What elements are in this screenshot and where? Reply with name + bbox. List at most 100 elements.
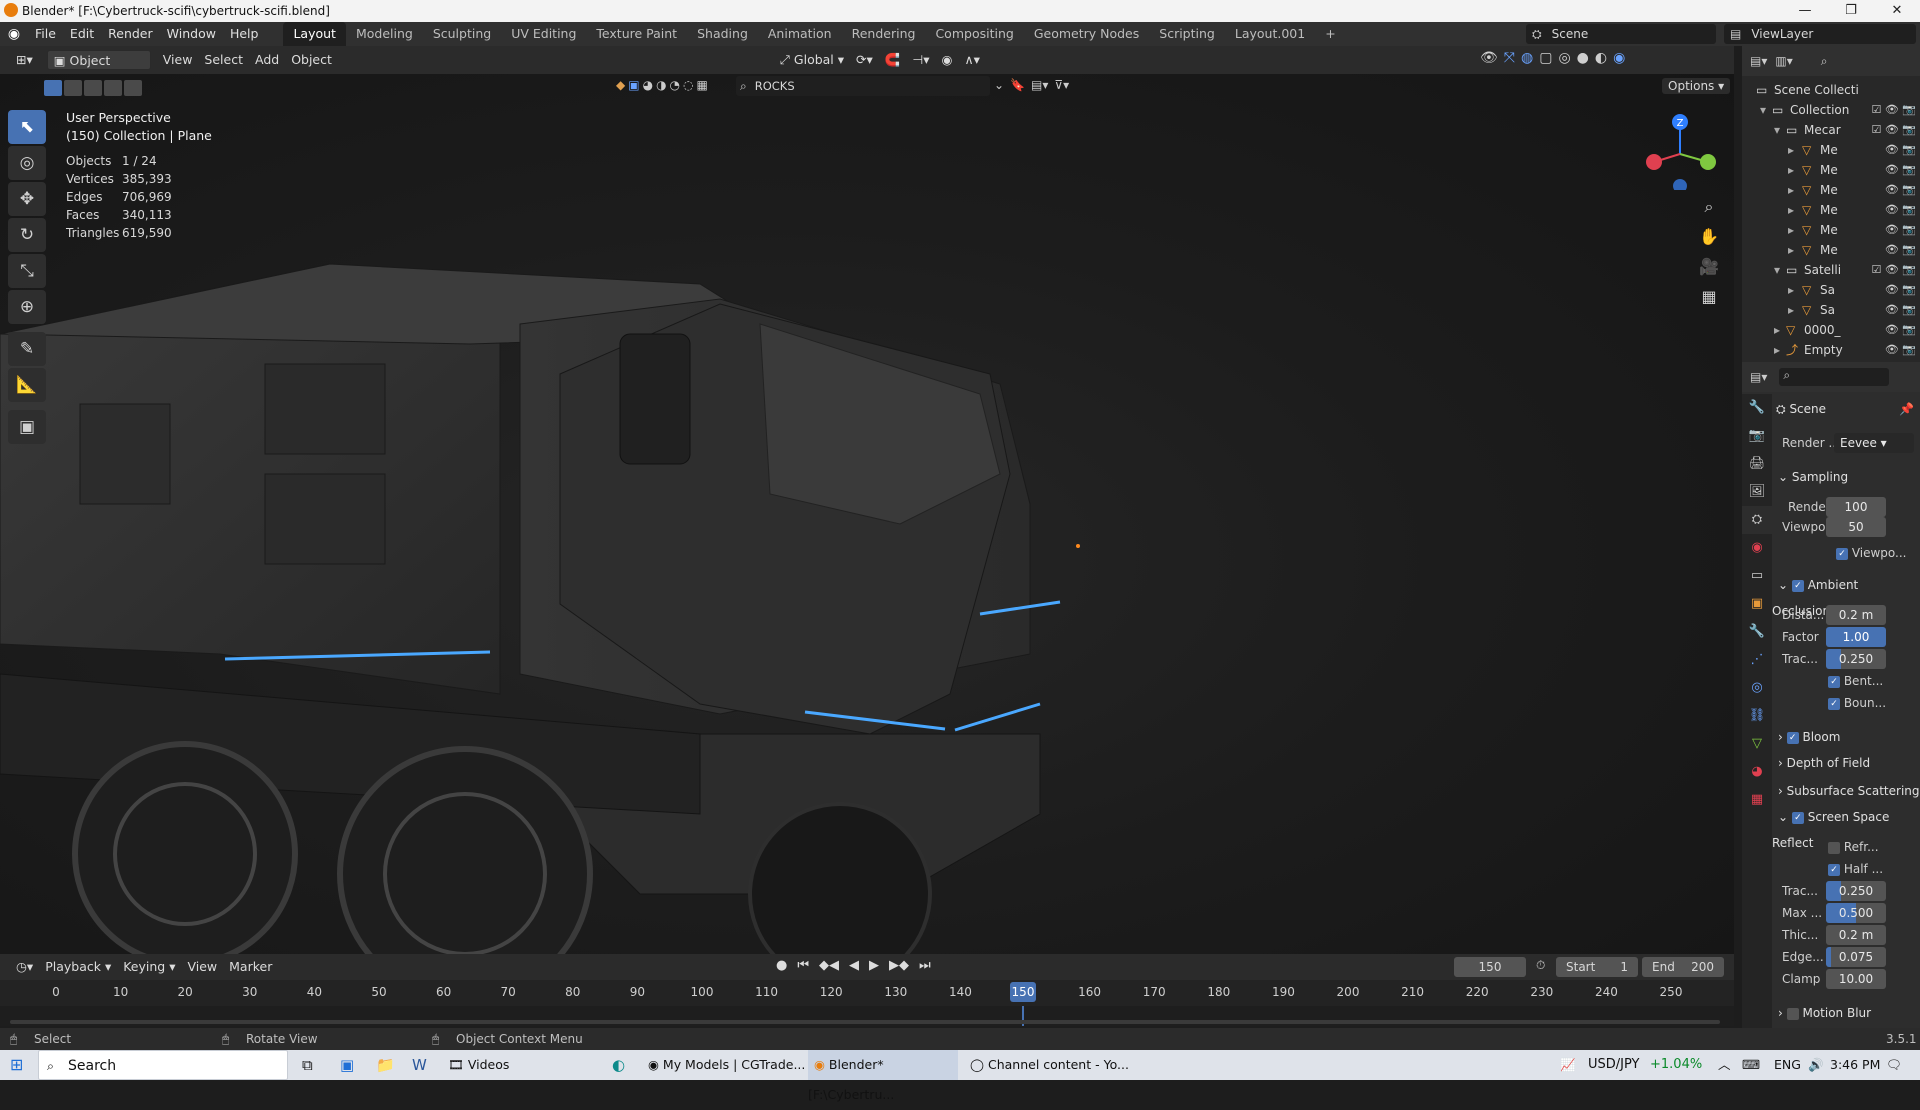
transform-orientation-dropdown[interactable]: ⤢ Global ▾ bbox=[774, 50, 850, 70]
physics-tab-icon[interactable]: ◎ bbox=[1742, 674, 1772, 702]
timeline-menu-view[interactable]: View bbox=[181, 957, 223, 977]
word-icon[interactable]: W bbox=[412, 1050, 427, 1080]
measure-tool-icon[interactable]: 📐 bbox=[8, 368, 46, 402]
collapse-icon[interactable]: ⌄ bbox=[994, 78, 1004, 92]
ao-panel-header[interactable]: ⌄ ✓ Ambient Occlusion bbox=[1772, 572, 1920, 618]
outliner-row[interactable]: ▾ ▭ Mecar ☑ 👁 📷 bbox=[1742, 120, 1920, 140]
scene-tab-icon[interactable]: ⛭ bbox=[1742, 506, 1772, 534]
outliner-row[interactable]: ▸ ▽ Sa 👁 📷 bbox=[1742, 300, 1920, 320]
particles-tab-icon[interactable]: ⋰ bbox=[1742, 646, 1772, 674]
outliner-row[interactable]: ▸ ▽ Me 👁 📷 bbox=[1742, 240, 1920, 260]
start-frame-field[interactable]: Start 1 bbox=[1556, 957, 1638, 977]
add-workspace-button[interactable]: + bbox=[1315, 22, 1345, 46]
taskbar-app-videos[interactable]: 🎞 Videos bbox=[448, 1050, 509, 1080]
ao-factor-slider[interactable]: 1.00 bbox=[1826, 627, 1886, 647]
outliner-scene-collection[interactable]: ▭ Scene Collecti bbox=[1742, 80, 1920, 100]
language-indicator[interactable]: ENG bbox=[1774, 1050, 1801, 1080]
proportional-edit-icon[interactable]: ◉ bbox=[936, 50, 959, 70]
constraints-tab-icon[interactable]: ⛓ bbox=[1742, 702, 1772, 730]
filter-light-icon[interactable]: ◑ bbox=[656, 78, 666, 92]
pivot-point-icon[interactable]: ⟳▾ bbox=[850, 50, 879, 70]
row-toggle-icons[interactable]: 👁 📷 bbox=[1885, 180, 1916, 200]
outliner-row[interactable]: ▸ ▽ Sa 👁 📷 bbox=[1742, 280, 1920, 300]
filter-camera-icon[interactable]: ◔ bbox=[670, 78, 680, 92]
scale-tool-icon[interactable]: ⤡ bbox=[8, 254, 46, 288]
ssr-edge-slider[interactable]: 0.075 bbox=[1826, 947, 1886, 967]
dof-panel-header[interactable]: › Depth of Field bbox=[1772, 750, 1920, 776]
tab-sculpting[interactable]: Sculpting bbox=[423, 22, 501, 46]
row-toggle-icons[interactable]: 👁 📷 bbox=[1885, 160, 1916, 180]
ssr-trace-slider[interactable]: 0.250 bbox=[1826, 881, 1886, 901]
wireframe-shading-icon[interactable]: ◎ bbox=[1558, 50, 1570, 66]
falloff-icon[interactable]: ∧▾ bbox=[958, 50, 985, 70]
material-tab-icon[interactable]: ◕ bbox=[1742, 758, 1772, 786]
mode-selector[interactable]: ▣ Object Mode ▾ bbox=[46, 50, 151, 88]
viewport-search-input[interactable]: ⌕ ROCKS bbox=[736, 76, 990, 96]
taskbar-search-input[interactable]: ⌕ Search bbox=[38, 1050, 288, 1080]
filter-mesh-icon[interactable]: ▣ bbox=[628, 78, 639, 92]
select-intersect-icon[interactable] bbox=[124, 80, 142, 96]
gizmo-toggle-icon[interactable]: ⤧ bbox=[1504, 50, 1515, 66]
add-cube-tool-icon[interactable]: ▣ bbox=[8, 410, 46, 444]
editor-type-icon[interactable]: ⊞▾ bbox=[10, 50, 39, 70]
ssr-checkbox[interactable]: ✓ bbox=[1791, 811, 1804, 824]
tray-chevron-icon[interactable]: ︿ bbox=[1718, 1050, 1731, 1080]
menu-help[interactable]: Help bbox=[223, 22, 266, 46]
tab-animation[interactable]: Animation bbox=[758, 22, 842, 46]
ssr-half-res-checkbox[interactable]: ✓ bbox=[1828, 863, 1840, 876]
ssr-clamp-field[interactable]: 10.00 bbox=[1826, 969, 1886, 989]
viewlayer-selector[interactable]: ▤ ViewLayer bbox=[1724, 24, 1916, 44]
funnel-filter-icon[interactable]: ⊽▾ bbox=[1054, 78, 1069, 92]
prev-keyframe-icon[interactable]: ◆◀ bbox=[819, 958, 839, 973]
navigation-gizmo[interactable]: Z bbox=[1640, 110, 1720, 190]
notification-icon[interactable]: 🗨 bbox=[1886, 1050, 1902, 1080]
ssr-panel-header[interactable]: ⌄ ✓ Screen Space Reflect bbox=[1772, 804, 1920, 850]
edge-icon[interactable]: ◐ bbox=[612, 1050, 625, 1080]
scene-selector[interactable]: ⛭ Scene bbox=[1526, 24, 1716, 44]
taskbar-app-chrome-cgtrader[interactable]: ◉ My Models | CGTrade... bbox=[648, 1050, 805, 1080]
xray-icon[interactable]: ▢ bbox=[1539, 50, 1552, 66]
next-keyframe-icon[interactable]: ▶◆ bbox=[889, 958, 909, 973]
timeline-menu-marker[interactable]: Marker bbox=[223, 957, 278, 977]
sss-panel-header[interactable]: › Subsurface Scattering bbox=[1772, 778, 1920, 804]
row-toggle-icons[interactable]: 👁 📷 bbox=[1885, 280, 1916, 300]
viewport-denoise-checkbox[interactable]: ✓ bbox=[1836, 547, 1848, 560]
outliner-row[interactable]: ▸ ⤴ Empty 👁 📷 bbox=[1742, 340, 1920, 360]
volume-icon[interactable]: 🔊 bbox=[1808, 1050, 1824, 1080]
viewport-menu-view[interactable]: View bbox=[157, 50, 199, 70]
render-tab-icon[interactable]: 📷 bbox=[1742, 422, 1772, 450]
viewport-menu-select[interactable]: Select bbox=[198, 50, 249, 70]
timeline-track-area[interactable] bbox=[0, 1006, 1734, 1026]
motion-blur-checkbox[interactable] bbox=[1786, 1007, 1799, 1020]
output-tab-icon[interactable]: 🖨 bbox=[1742, 450, 1772, 478]
end-frame-field[interactable]: End 200 bbox=[1642, 957, 1724, 977]
select-invert-icon[interactable] bbox=[104, 80, 122, 96]
ortho-grid-icon[interactable]: ▦ bbox=[1696, 284, 1722, 310]
world-tab-icon[interactable]: ◉ bbox=[1742, 534, 1772, 562]
outliner-row[interactable]: ▸ ▽ Me 👁 📷 bbox=[1742, 180, 1920, 200]
filter-color-icon[interactable]: ◆ bbox=[616, 78, 625, 92]
row-toggle-icons[interactable]: 👁 📷 bbox=[1885, 340, 1916, 360]
ssr-thickness-field[interactable]: 0.2 m bbox=[1826, 925, 1886, 945]
row-toggle-icons[interactable]: 👁 📷 bbox=[1885, 300, 1916, 320]
outliner-row[interactable]: ▸ ▽ Me 👁 📷 bbox=[1742, 220, 1920, 240]
texture-tab-icon[interactable]: ▦ bbox=[1742, 786, 1772, 814]
select-new-icon[interactable] bbox=[44, 80, 62, 96]
task-view-icon[interactable]: ⧉ bbox=[302, 1050, 313, 1080]
keyboard-icon[interactable]: ⌨ bbox=[1742, 1050, 1760, 1080]
collection-tab-icon[interactable]: ▭ bbox=[1742, 562, 1772, 590]
tab-rendering[interactable]: Rendering bbox=[842, 22, 926, 46]
timeline-scrollbar[interactable] bbox=[10, 1020, 1720, 1024]
tab-uv-editing[interactable]: UV Editing bbox=[501, 22, 586, 46]
tab-shading[interactable]: Shading bbox=[687, 22, 758, 46]
pin-icon[interactable]: 📌 bbox=[1899, 396, 1914, 422]
viewport-samples-field[interactable]: 50 bbox=[1826, 517, 1886, 537]
blender-menu-icon[interactable]: ◉ bbox=[0, 26, 28, 42]
sampling-panel-header[interactable]: ⌄ Sampling bbox=[1772, 464, 1920, 490]
3d-viewport[interactable]: ◆ ▣ ◕ ◑ ◔ ◌ ▦ ⌕ ROCKS ⌄ 🔖 ▤▾ ⊽▾ Options … bbox=[0, 74, 1734, 954]
row-toggle-icons[interactable]: 👁 📷 bbox=[1885, 140, 1916, 160]
move-tool-icon[interactable]: ✥ bbox=[8, 182, 46, 216]
motion-blur-panel-header[interactable]: › Motion Blur bbox=[1772, 1000, 1920, 1026]
bloom-panel-header[interactable]: › ✓ Bloom bbox=[1772, 724, 1920, 750]
outliner-row[interactable]: ▸ ▽ Me 👁 📷 bbox=[1742, 200, 1920, 220]
